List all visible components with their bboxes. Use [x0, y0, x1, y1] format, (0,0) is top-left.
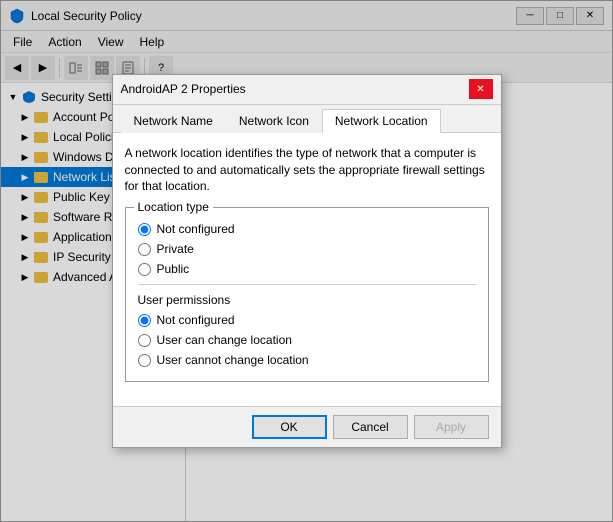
location-private-option[interactable]: Private [138, 242, 476, 256]
cancel-button[interactable]: Cancel [333, 415, 408, 439]
modal-overlay: AndroidAP 2 Properties ✕ Network Name Ne… [0, 0, 613, 522]
dialog: AndroidAP 2 Properties ✕ Network Name Ne… [112, 74, 502, 448]
location-private-label: Private [157, 242, 194, 256]
perm-can-change-option[interactable]: User can change location [138, 333, 476, 347]
location-public-option[interactable]: Public [138, 262, 476, 276]
dialog-footer: OK Cancel Apply [113, 406, 501, 447]
location-type-group: Location type Not configured Private Pub… [125, 207, 489, 382]
location-public-label: Public [157, 262, 190, 276]
perm-cannot-change-radio[interactable] [138, 354, 151, 367]
perm-cannot-change-option[interactable]: User cannot change location [138, 353, 476, 367]
perm-can-change-label: User can change location [157, 333, 292, 347]
user-permissions-title: User permissions [138, 293, 476, 307]
group-divider [138, 284, 476, 285]
location-public-radio[interactable] [138, 263, 151, 276]
location-type-title: Location type [134, 200, 213, 214]
apply-button[interactable]: Apply [414, 415, 489, 439]
dialog-content: A network location identifies the type o… [113, 133, 501, 406]
perm-can-change-radio[interactable] [138, 334, 151, 347]
dialog-title: AndroidAP 2 Properties [121, 82, 469, 96]
tab-network-name[interactable]: Network Name [121, 109, 226, 133]
location-private-radio[interactable] [138, 243, 151, 256]
dialog-description: A network location identifies the type o… [125, 145, 489, 195]
dialog-title-bar: AndroidAP 2 Properties ✕ [113, 75, 501, 105]
dialog-close-button[interactable]: ✕ [469, 79, 493, 99]
perm-not-configured-option[interactable]: Not configured [138, 313, 476, 327]
location-not-configured-option[interactable]: Not configured [138, 222, 476, 236]
tab-network-icon[interactable]: Network Icon [226, 109, 322, 133]
perm-not-configured-radio[interactable] [138, 314, 151, 327]
perm-cannot-change-label: User cannot change location [157, 353, 309, 367]
location-not-configured-radio[interactable] [138, 223, 151, 236]
ok-button[interactable]: OK [252, 415, 327, 439]
tab-bar: Network Name Network Icon Network Locati… [113, 105, 501, 133]
location-not-configured-label: Not configured [157, 222, 235, 236]
tab-network-location[interactable]: Network Location [322, 109, 441, 133]
perm-not-configured-label: Not configured [157, 313, 235, 327]
user-permissions-section: User permissions Not configured User can… [138, 293, 476, 367]
location-type-options: Not configured Private Public [138, 222, 476, 276]
